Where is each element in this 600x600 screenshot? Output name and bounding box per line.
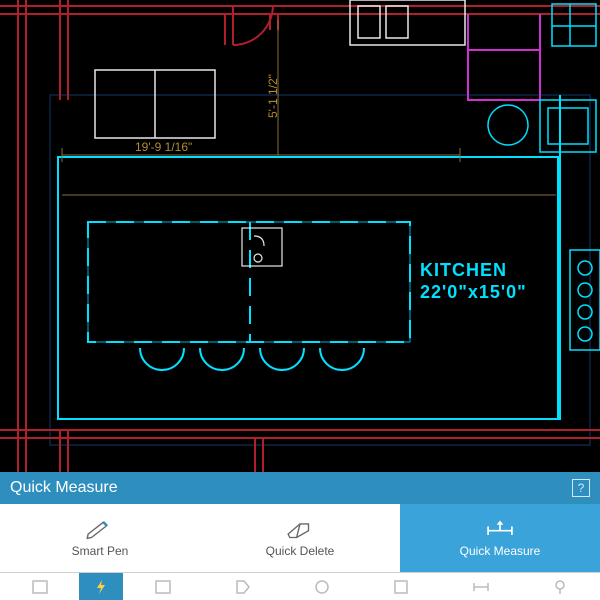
sec-slot-2[interactable] (123, 573, 202, 600)
box-icon (392, 578, 410, 596)
quick-delete-button[interactable]: Quick Delete (200, 504, 400, 572)
room-name: KITCHEN (420, 260, 527, 282)
dimension-horizontal: 19'-9 1/16" (135, 140, 192, 154)
cad-canvas[interactable]: KITCHEN 22'0"x15'0" 19'-9 1/16" 5'-1 1/2… (0, 0, 600, 472)
rectangle-icon (154, 578, 172, 596)
sec-slot-accent[interactable] (79, 573, 123, 600)
panel-header: Quick Measure ? (0, 472, 600, 504)
sec-slot-4[interactable] (282, 573, 361, 600)
sec-slot-6[interactable] (441, 573, 520, 600)
bolt-icon (93, 579, 109, 595)
room-label: KITCHEN 22'0"x15'0" (420, 260, 527, 303)
quick-delete-label: Quick Delete (266, 544, 335, 558)
measure-small-icon (472, 578, 490, 596)
smart-pen-label: Smart Pen (72, 544, 129, 558)
smart-pen-icon (83, 518, 117, 540)
sec-slot-3[interactable] (203, 573, 282, 600)
quick-measure-button[interactable]: Quick Measure (400, 504, 600, 572)
dimension-vertical: 5'-1 1/2" (266, 74, 280, 118)
circle-icon (313, 578, 331, 596)
help-button[interactable]: ? (572, 479, 590, 497)
smart-pen-button[interactable]: Smart Pen (0, 504, 200, 572)
sec-slot-5[interactable] (362, 573, 441, 600)
quick-measure-icon (483, 518, 517, 540)
pin-icon (551, 578, 569, 596)
room-dimensions: 22'0"x15'0" (420, 282, 527, 304)
tool-panel: Quick Measure ? Smart Pen Quick Delete (0, 472, 600, 600)
panel-title: Quick Measure (10, 479, 118, 497)
tool-row: Smart Pen Quick Delete Quick Measure (0, 504, 600, 572)
rectangle-icon (31, 578, 49, 596)
quick-delete-icon (283, 518, 317, 540)
secondary-tool-row (0, 572, 600, 600)
sec-slot-1[interactable] (0, 573, 79, 600)
quick-measure-label: Quick Measure (460, 544, 541, 558)
drawing-svg (0, 0, 600, 472)
tag-icon (234, 578, 252, 596)
sec-slot-7[interactable] (521, 573, 600, 600)
